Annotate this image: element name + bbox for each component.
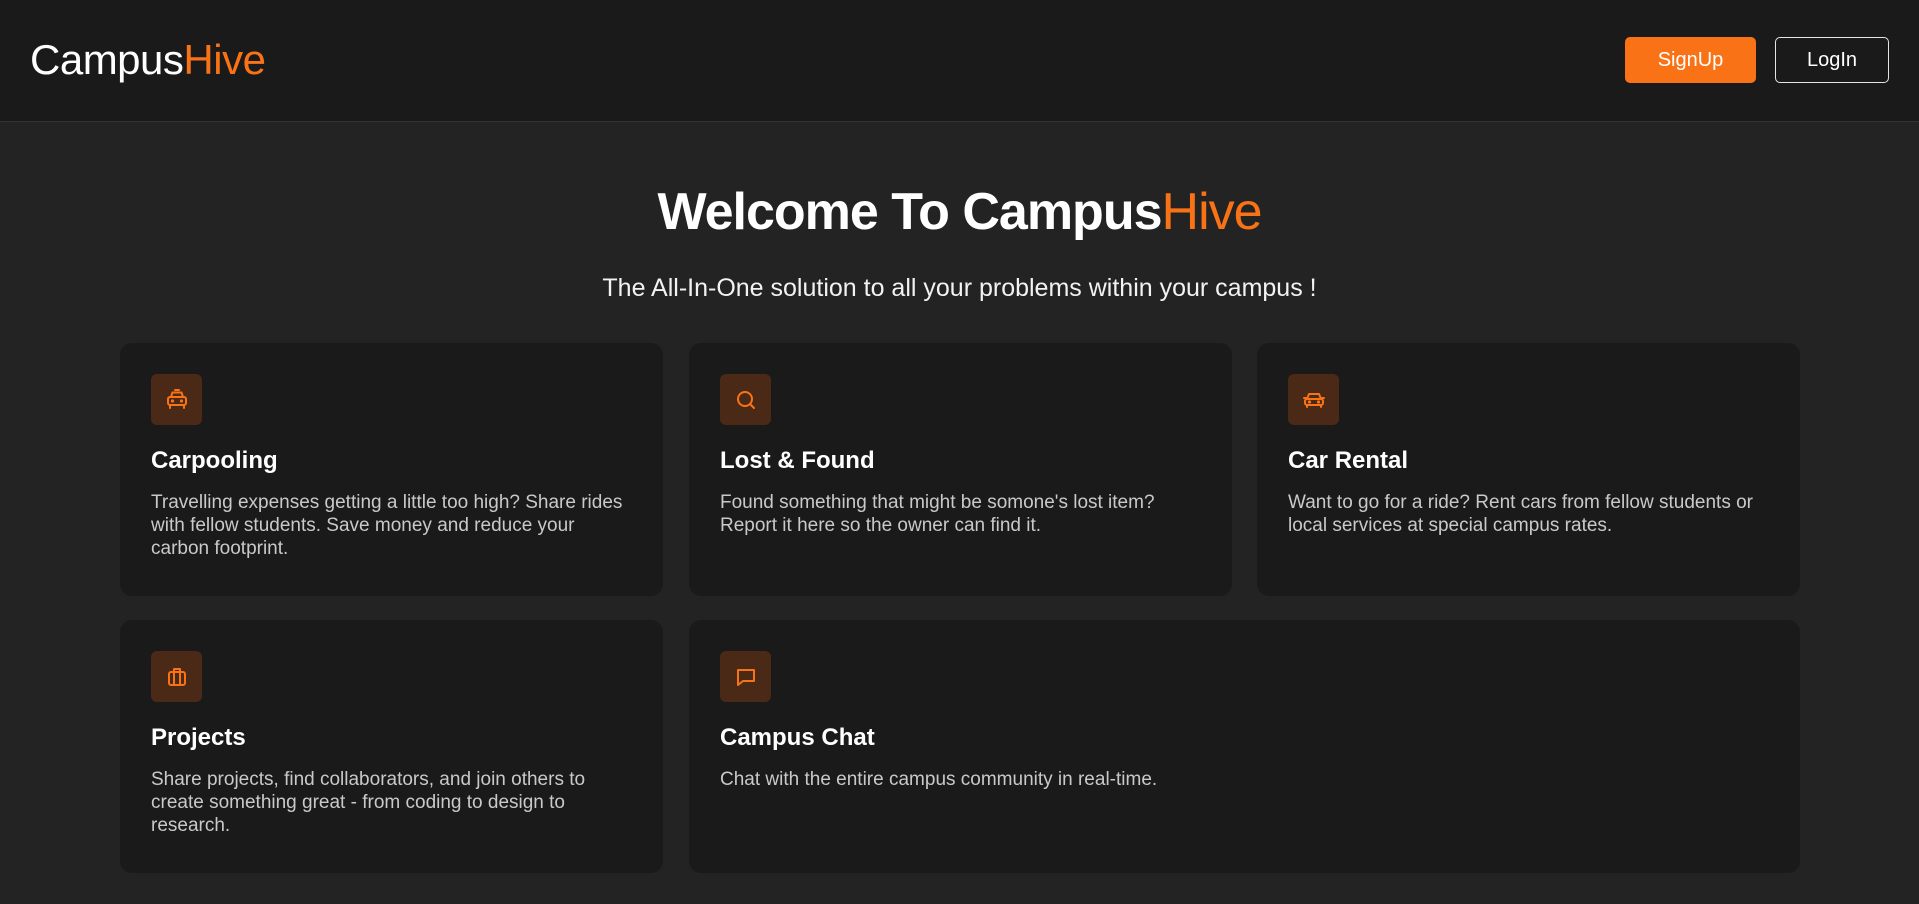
navbar: CampusHive SignUp LogIn (0, 0, 1919, 122)
search-icon (720, 374, 771, 425)
feature-card-carpooling[interactable]: Carpooling Travelling expenses getting a… (120, 343, 663, 596)
feature-card-title: Campus Chat (720, 724, 875, 751)
feature-card-car-rental[interactable]: Car Rental Want to go for a ride? Rent c… (1257, 343, 1800, 596)
feature-card-description: Share projects, find collaborators, and … (151, 769, 586, 836)
logo-accent: Hive (183, 36, 266, 83)
feature-card-lost-found[interactable]: Lost & Found Found something that might … (689, 343, 1232, 596)
feature-card-description: Found something that might be somone's l… (720, 492, 1155, 536)
feature-card-campus-chat[interactable]: Campus Chat Chat with the entire campus … (689, 620, 1800, 873)
signup-button[interactable]: SignUp (1625, 37, 1756, 83)
page-subtitle: The All-In-One solution to all your prob… (602, 274, 1317, 302)
briefcase-icon (151, 651, 202, 702)
login-button[interactable]: LogIn (1775, 37, 1889, 83)
page-title: Welcome To CampusHive (0, 180, 1919, 244)
feature-card-title: Projects (151, 724, 246, 751)
feature-card-title: Lost & Found (720, 447, 875, 474)
chat-icon (720, 651, 771, 702)
logo[interactable]: CampusHive (30, 36, 266, 84)
logo-main: Campus (30, 36, 184, 83)
feature-card-title: Car Rental (1288, 447, 1409, 474)
feature-card-description: Want to go for a ride? Rent cars from fe… (1288, 492, 1753, 536)
taxi-icon (151, 374, 202, 425)
feature-card-description: Travelling expenses getting a little too… (151, 492, 623, 559)
feature-card-description: Chat with the entire campus community in… (720, 769, 1158, 790)
feature-card-projects[interactable]: Projects Share projects, find collaborat… (120, 620, 663, 873)
page-title-main: Welcome To Campus (657, 183, 1162, 241)
feature-card-title: Carpooling (151, 447, 278, 474)
car-icon (1288, 374, 1339, 425)
page-title-accent: Hive (1161, 183, 1263, 241)
